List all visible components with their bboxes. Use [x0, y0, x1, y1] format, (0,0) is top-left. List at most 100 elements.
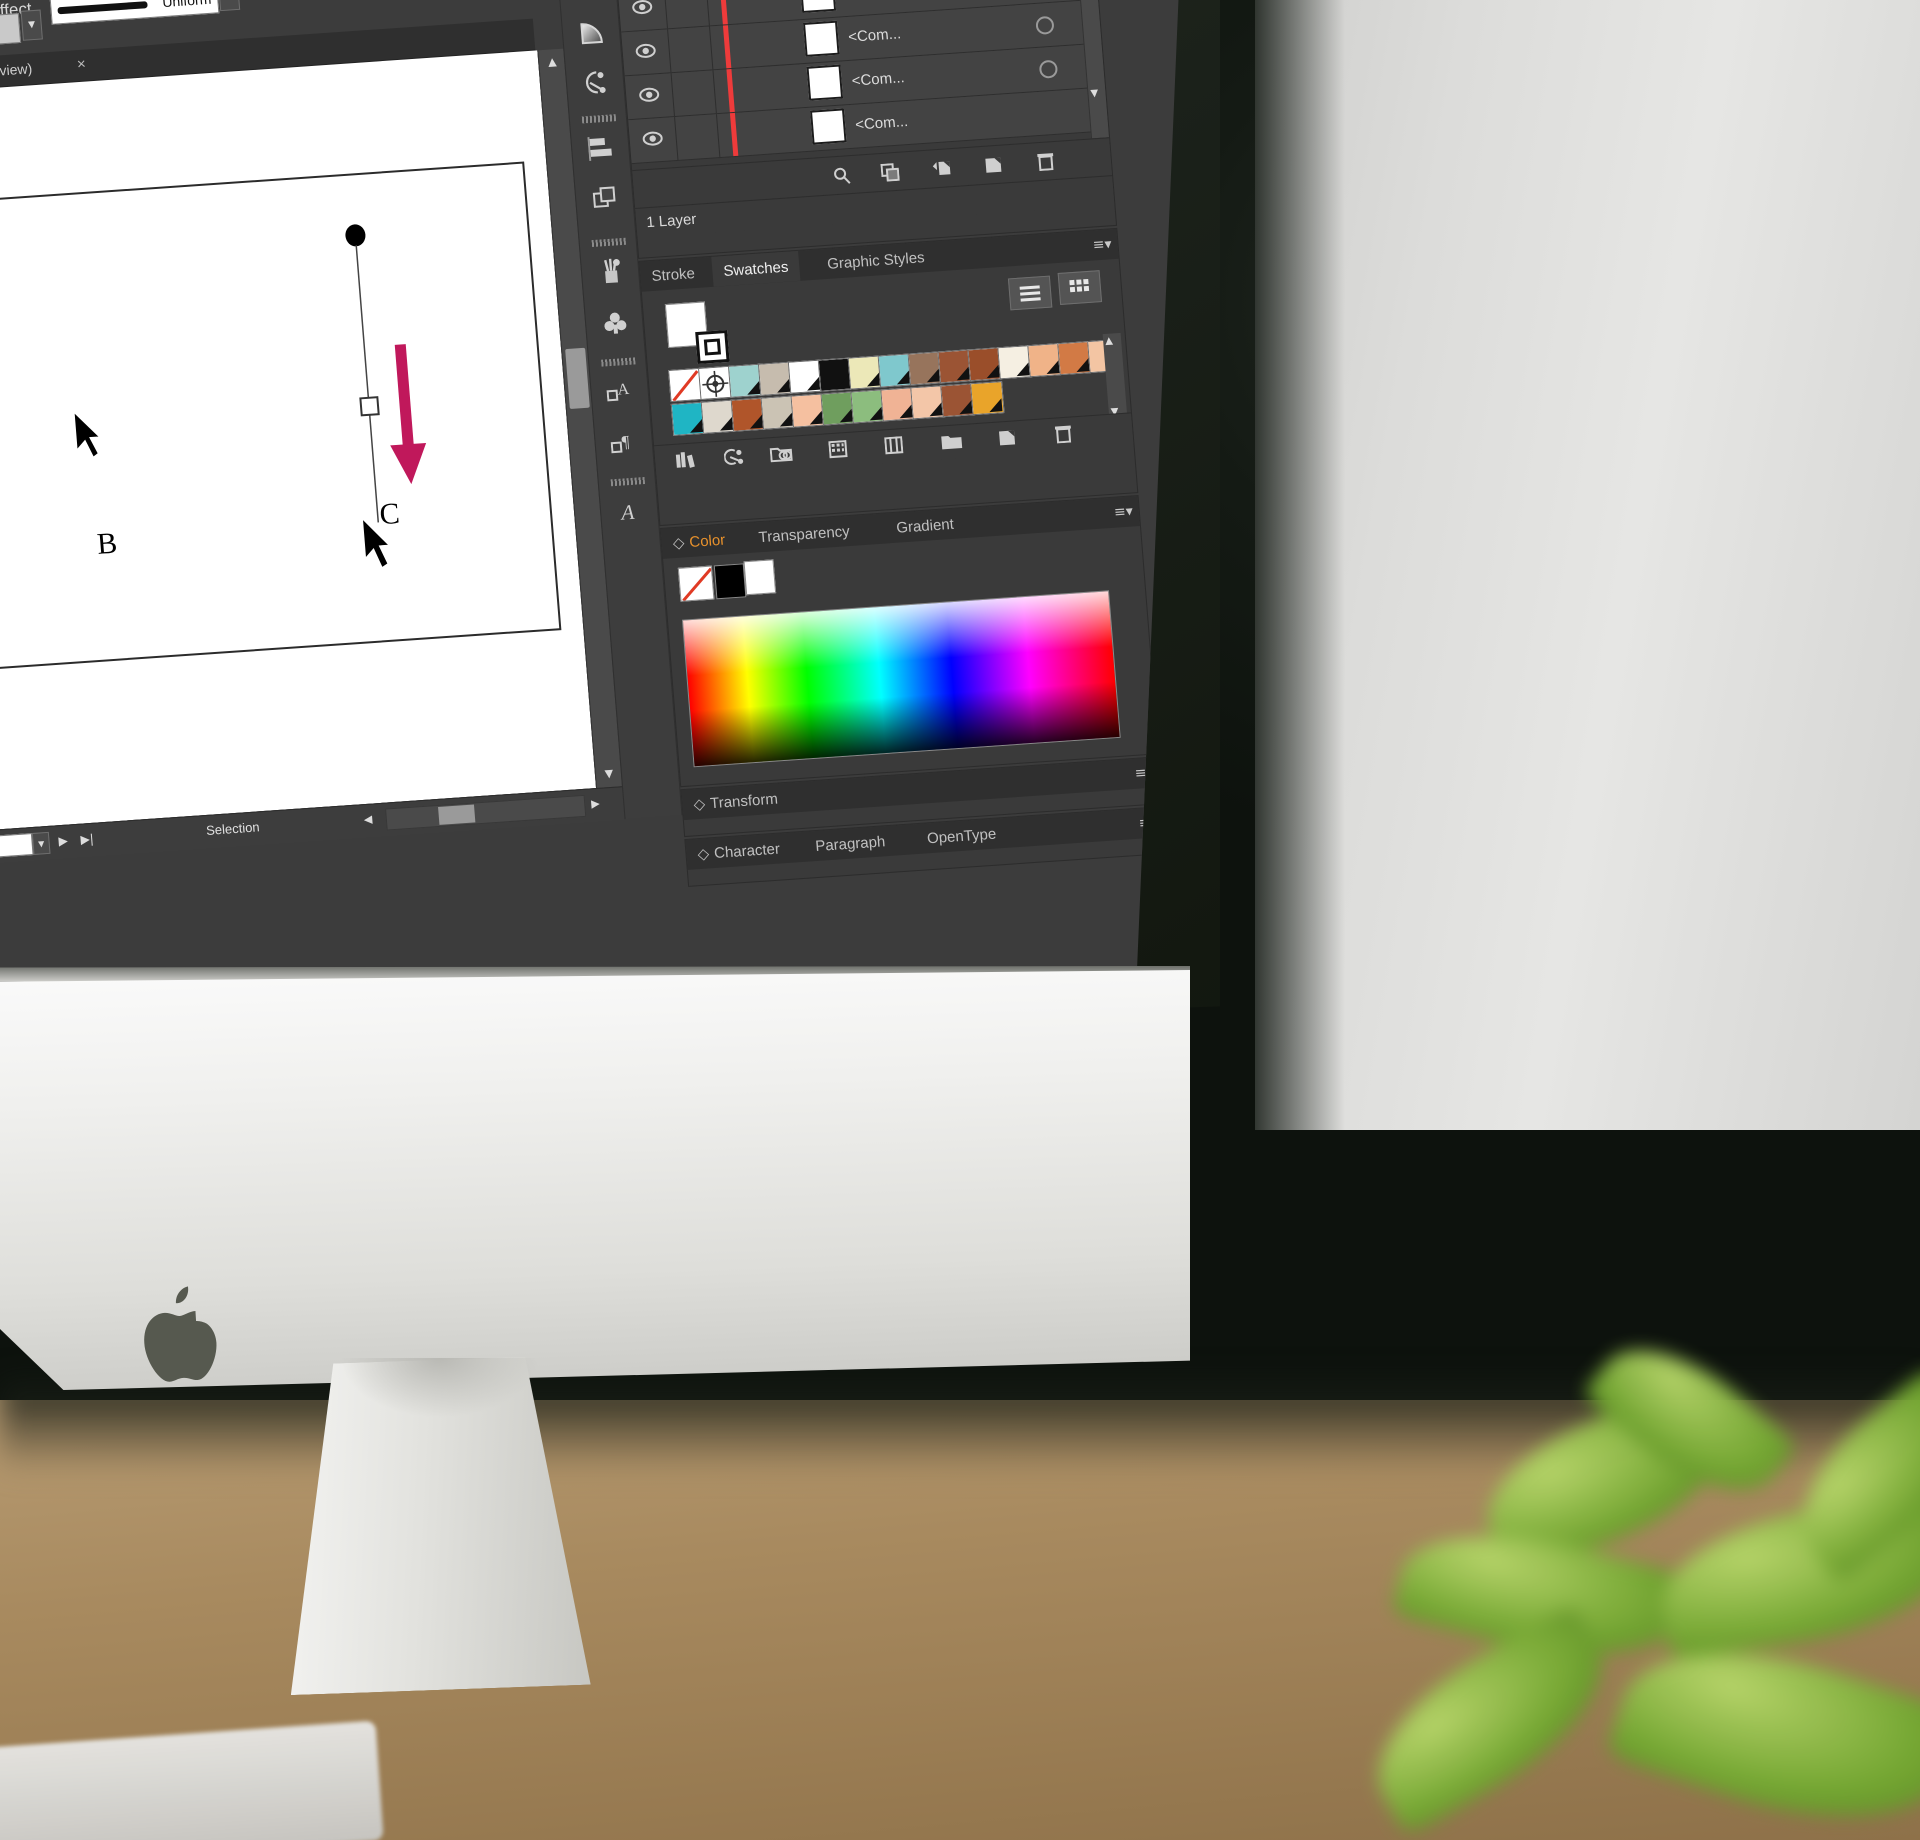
swatch-cell[interactable]: [787, 359, 823, 394]
character-styles-icon[interactable]: A: [602, 373, 639, 409]
layer-name[interactable]: <Com...: [848, 25, 902, 46]
swatch-libraries-icon[interactable]: [672, 447, 700, 473]
swatch-cell[interactable]: [850, 389, 885, 424]
tab-opentype[interactable]: OpenType: [915, 818, 1008, 854]
stroke-profile-select[interactable]: Uniform: [49, 0, 220, 25]
swatch-cell[interactable]: [700, 399, 736, 434]
visibility-eye-icon[interactable]: [634, 41, 658, 62]
tab-character[interactable]: ◇ Character: [685, 833, 792, 870]
visibility-eye-icon[interactable]: [641, 129, 665, 150]
tab-transform[interactable]: ◇ Transform: [681, 783, 789, 820]
gradient-mesh-icon[interactable]: [574, 14, 611, 50]
swatch-cell[interactable]: [757, 361, 793, 396]
swatch-cell[interactable]: [970, 381, 1005, 416]
swatch-cell[interactable]: [880, 387, 915, 422]
layer-thumbnail[interactable]: [809, 108, 847, 145]
align-icon[interactable]: [583, 130, 620, 166]
panel-group-grip-3[interactable]: [591, 237, 627, 248]
list-view-icon[interactable]: [1007, 275, 1053, 311]
scroll-up-icon[interactable]: ▲: [1105, 335, 1114, 346]
layer-name[interactable]: <Com...: [844, 0, 898, 2]
panel-group-grip-4[interactable]: [601, 357, 636, 367]
grid-view-icon[interactable]: [1057, 270, 1103, 305]
panel-group-grip-5[interactable]: [610, 476, 646, 487]
horizontal-scrollbar[interactable]: [385, 794, 587, 831]
delete-swatch-icon[interactable]: [1050, 421, 1078, 447]
layer-thumbnail[interactable]: [802, 20, 840, 57]
new-color-group-icon[interactable]: [880, 433, 908, 459]
make-clipping-mask-icon[interactable]: [876, 159, 904, 185]
scroll-up-icon[interactable]: ▲: [544, 55, 561, 70]
swatch-cell[interactable]: [967, 347, 1002, 382]
hscroll-right-icon[interactable]: ▶: [591, 797, 600, 811]
swatch-cell[interactable]: [760, 395, 796, 430]
swatch-outline-box[interactable]: [695, 329, 730, 365]
swatch-cell[interactable]: [730, 397, 766, 432]
tab-paragraph[interactable]: Paragraph: [803, 826, 897, 862]
artboard-canvas[interactable]: A B C: [0, 50, 597, 844]
collapse-chevron-icon[interactable]: ◇: [697, 844, 710, 863]
swatch-cell[interactable]: [910, 385, 945, 420]
new-folder-icon[interactable]: [938, 429, 966, 455]
collapse-chevron-icon[interactable]: ◇: [672, 533, 685, 552]
swatch-cell[interactable]: [820, 391, 855, 426]
hscroll-thumb[interactable]: [438, 804, 476, 825]
swatch-cell[interactable]: [790, 393, 825, 428]
locate-object-icon[interactable]: [828, 163, 856, 189]
swatch-cell[interactable]: [817, 357, 853, 392]
swatches-scrollbar[interactable]: ▲ ▼: [1102, 332, 1128, 420]
target-indicator-icon[interactable]: [1035, 15, 1055, 35]
swatch-cell[interactable]: [670, 401, 706, 436]
tab-transparency[interactable]: Transparency: [746, 515, 861, 553]
swatch-cell[interactable]: [668, 367, 703, 403]
stroke-weight-input[interactable]: 1 pt: [0, 13, 22, 49]
scroll-down-icon[interactable]: ▼: [600, 767, 617, 782]
stroke-profile-dropdown[interactable]: ▼: [217, 0, 241, 12]
swatch-cell[interactable]: [1027, 343, 1062, 378]
close-icon[interactable]: ×: [76, 56, 86, 74]
symbols-club-icon[interactable]: [597, 306, 634, 342]
layer-name[interactable]: <Com...: [855, 113, 909, 134]
brushes-icon[interactable]: [593, 254, 630, 290]
shape-builder-icon[interactable]: [578, 64, 615, 100]
glyphs-icon[interactable]: A: [612, 493, 649, 529]
swatch-cell[interactable]: [877, 353, 913, 388]
swatch-cell[interactable]: [847, 355, 883, 390]
tab-stroke[interactable]: Stroke: [639, 257, 707, 291]
target-indicator-icon[interactable]: [1038, 59, 1059, 79]
swatch-cell[interactable]: [727, 363, 763, 398]
arrange-icon[interactable]: [587, 180, 624, 216]
artboard-number-input[interactable]: 2: [0, 833, 34, 859]
visibility-eye-icon[interactable]: [638, 85, 662, 106]
scroll-thumb[interactable]: [565, 347, 590, 409]
collapse-chevron-icon[interactable]: ◇: [693, 795, 706, 814]
black-swatch[interactable]: [713, 563, 747, 600]
layer-thumbnail[interactable]: [806, 64, 844, 101]
swatch-cell[interactable]: [1057, 341, 1092, 376]
panel-menu-icon[interactable]: ≡▾: [1113, 503, 1133, 520]
swatch-cell[interactable]: [937, 349, 972, 384]
tab-swatches[interactable]: Swatches: [711, 250, 801, 287]
show-swatch-kinds-icon[interactable]: [720, 444, 748, 470]
swatch-cell[interactable]: [698, 365, 733, 400]
artboard-number-dropdown[interactable]: ▼: [31, 831, 51, 855]
swatch-cell[interactable]: [997, 345, 1032, 380]
swatch-cell[interactable]: [907, 351, 943, 386]
tab-color[interactable]: ◇ Color: [661, 524, 738, 559]
tab-graphic-styles[interactable]: Graphic Styles: [815, 241, 937, 279]
layer-name[interactable]: <Com...: [851, 69, 905, 90]
color-spectrum[interactable]: [681, 590, 1121, 768]
none-swatch[interactable]: [677, 565, 715, 602]
new-swatch-icon[interactable]: [994, 425, 1022, 451]
tab-gradient[interactable]: Gradient: [884, 508, 966, 543]
white-swatch[interactable]: [743, 559, 777, 596]
create-new-layer-icon[interactable]: [980, 152, 1008, 178]
panel-group-grip-2[interactable]: [581, 114, 617, 124]
last-artboard-icon[interactable]: ▶|: [80, 832, 94, 847]
hscroll-left-icon[interactable]: ◀: [363, 813, 372, 827]
create-new-sublayer-icon[interactable]: [928, 156, 956, 182]
paragraph-styles-icon[interactable]: ¶: [606, 425, 643, 461]
stroke-weight-dropdown[interactable]: ▼: [20, 9, 43, 41]
delete-selection-icon[interactable]: [1032, 149, 1060, 175]
swatch-options-icon[interactable]: [826, 437, 854, 463]
